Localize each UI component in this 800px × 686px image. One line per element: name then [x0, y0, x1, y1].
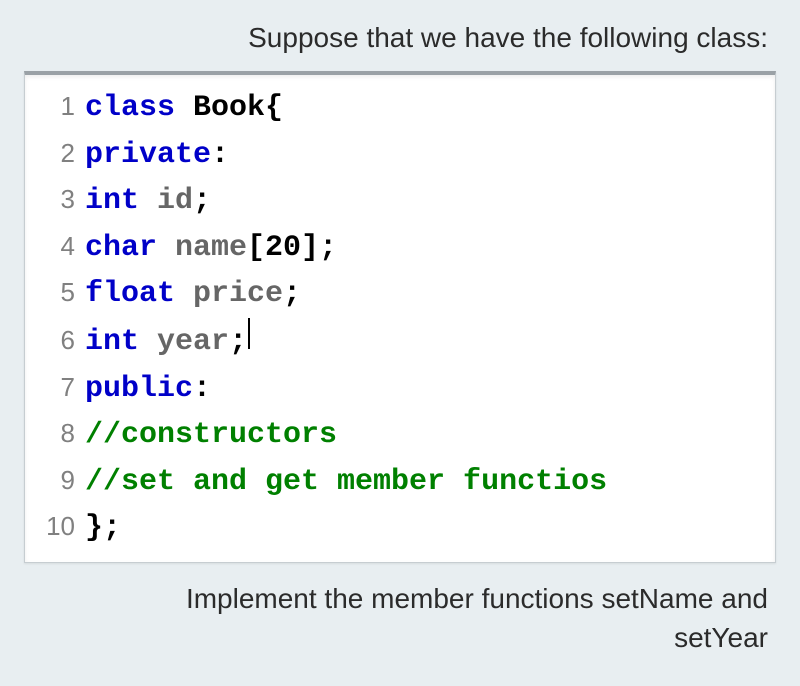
line-number: 6 [33, 320, 75, 360]
line-number: 8 [33, 413, 75, 453]
semicolon: ; [103, 505, 121, 552]
code-line-6: 6 int year; [33, 318, 767, 366]
keyword-public: public [85, 366, 193, 413]
array-subscript: [20]; [247, 225, 337, 272]
keyword-private: private [85, 132, 211, 179]
code-line-9: 9 //set and get member functios [33, 459, 767, 506]
space [157, 225, 175, 272]
line-number: 4 [33, 226, 75, 266]
prompt-task: Implement the member functions setName a… [64, 579, 776, 657]
keyword-class: class [85, 85, 175, 132]
brace-open: { [265, 85, 283, 132]
question-container: Suppose that we have the following class… [0, 0, 800, 681]
line-number: 9 [33, 460, 75, 500]
semicolon: ; [193, 178, 211, 225]
colon: : [211, 132, 229, 179]
identifier-id: id [157, 178, 193, 225]
line-number: 7 [33, 367, 75, 407]
text-cursor-icon [248, 318, 250, 350]
line-number: 2 [33, 133, 75, 173]
line-number: 3 [33, 179, 75, 219]
code-line-10: 10 }; [33, 505, 767, 552]
keyword-int: int [85, 178, 139, 225]
identifier-year: year [157, 319, 229, 366]
brace-close: } [85, 505, 103, 552]
keyword-float: float [85, 271, 175, 318]
space [175, 271, 193, 318]
keyword-int: int [85, 319, 139, 366]
space [175, 85, 193, 132]
colon: : [193, 366, 211, 413]
prompt-task-line1: Implement the member functions setName a… [64, 579, 768, 618]
line-number: 5 [33, 272, 75, 312]
code-line-8: 8 //constructors [33, 412, 767, 459]
code-line-2: 2 private: [33, 132, 767, 179]
line-number: 1 [33, 86, 75, 126]
class-name: Book [193, 85, 265, 132]
identifier-price: price [193, 271, 283, 318]
prompt-intro: Suppose that we have the following class… [164, 18, 776, 57]
prompt-task-line2: setYear [64, 618, 768, 657]
space [139, 319, 157, 366]
code-line-3: 3 int id; [33, 178, 767, 225]
code-block: 1 class Book{ 2 private: 3 int id; 4 cha… [24, 71, 776, 563]
code-line-7: 7 public: [33, 366, 767, 413]
code-line-5: 5 float price; [33, 271, 767, 318]
semicolon: ; [229, 319, 247, 366]
line-number: 10 [33, 506, 75, 546]
identifier-name: name [175, 225, 247, 272]
keyword-char: char [85, 225, 157, 272]
space [139, 178, 157, 225]
comment-setget: //set and get member functios [85, 459, 607, 506]
code-line-4: 4 char name[20]; [33, 225, 767, 272]
semicolon: ; [283, 271, 301, 318]
code-line-1: 1 class Book{ [33, 85, 767, 132]
comment-constructors: //constructors [85, 412, 337, 459]
